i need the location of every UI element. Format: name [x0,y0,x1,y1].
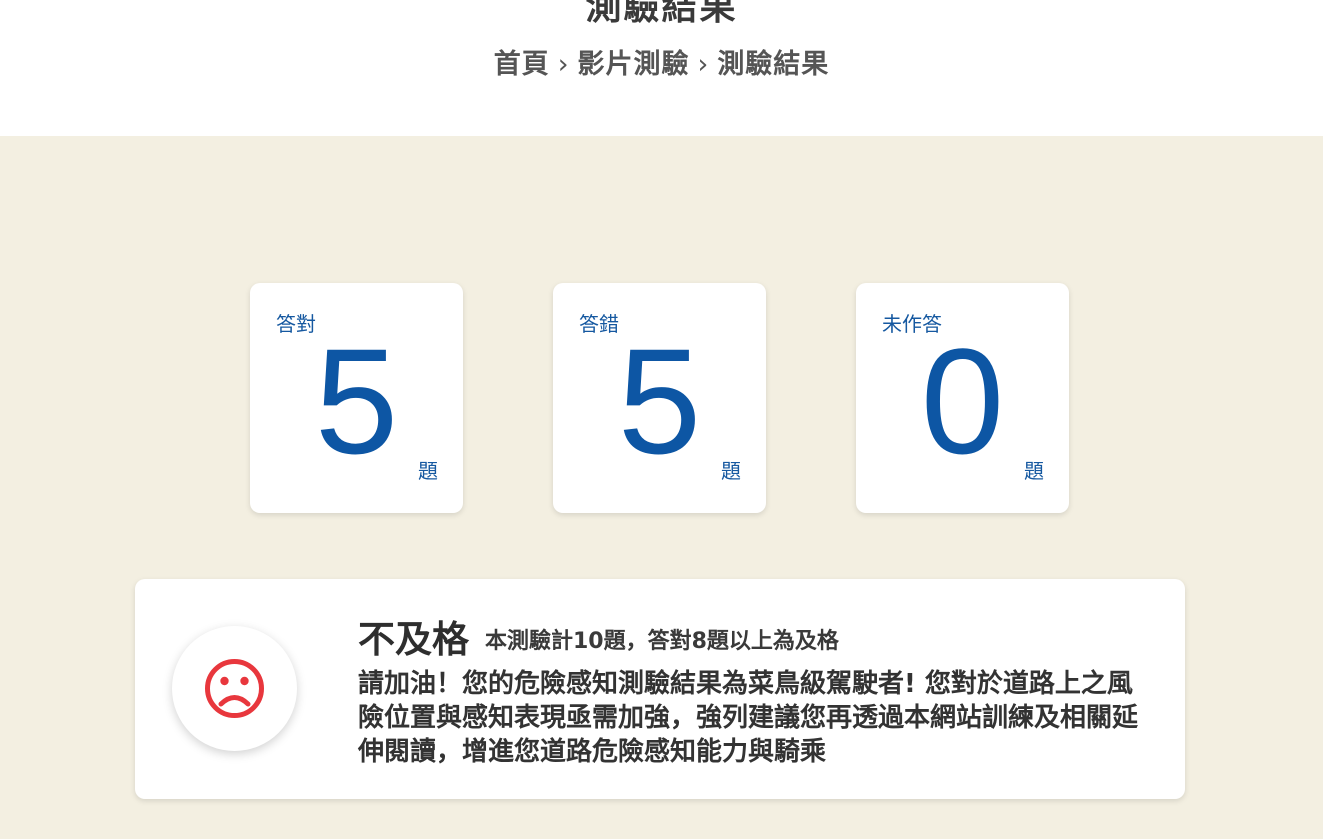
breadcrumb-home[interactable]: 首頁 [494,49,550,80]
stat-card-unanswered: 未作答 0 題 [856,283,1069,513]
page-title: 測驗結果 [585,0,738,28]
stat-value: 5 [314,317,399,485]
stat-unit: 題 [1024,459,1044,483]
result-icon-badge [172,626,297,751]
stat-unit: 題 [721,459,741,483]
page-header: 測驗結果 首頁 › 影片測驗 › 測驗結果 [0,0,1323,136]
sad-face-icon [205,659,264,718]
pass-rule-text: 本測驗計10題，答對8題以上為及格 [485,629,839,654]
breadcrumb: 首頁 › 影片測驗 › 測驗結果 [0,46,1323,84]
result-section: 答對 5 題 答錯 5 題 未作答 0 題 不及格 本測驗計10題，答對8題以上… [0,136,1323,839]
breadcrumb-quiz-result: 測驗結果 [717,49,830,80]
chevron-right-icon: › [557,49,570,80]
stat-value: 0 [920,317,1005,485]
result-card: 不及格 本測驗計10題，答對8題以上為及格 請加油！您的危險感知測驗結果為菜鳥級… [135,579,1185,799]
result-description: 請加油！您的危險感知測驗結果為菜鳥級駕駛者! 您對於道路上之風險位置與感知表現亟… [358,669,1139,767]
result-status: 不及格 [358,618,469,661]
chevron-right-icon: › [697,49,710,80]
stat-card-correct: 答對 5 題 [250,283,463,513]
stat-card-wrong: 答錯 5 題 [553,283,766,513]
stat-unit: 題 [418,459,438,483]
stat-value: 5 [617,317,702,485]
breadcrumb-video-quiz[interactable]: 影片測驗 [578,49,690,80]
